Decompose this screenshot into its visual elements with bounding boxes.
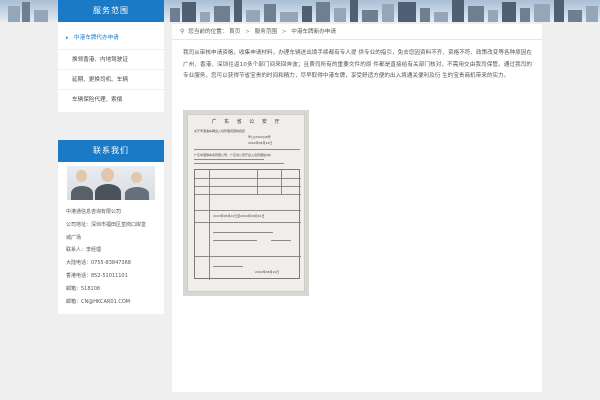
contact-box: 中港通信息咨询有限公司 公司地址：深圳市福田区皇岗口岸皇 城广场 联系人：李经理… [58,162,164,315]
company-address: 公司地址：深圳市福田区皇岗口岸皇 [66,221,147,228]
contact-us-title: 联系我们 [58,140,164,162]
sidebar: 服务范围 ▸ 中港车牌代办申请 换领香港、内地驾驶证 延期、更换司机、车辆 车辆… [58,0,164,315]
location-pin-icon: ⚲ [180,28,185,35]
menu-item-renewal[interactable]: 延期、更换司机、车辆 [58,70,164,90]
breadcrumb: ⚲ 您当前的位置： 首页 > 服务范围 > 中港车牌新办申请 [172,24,542,40]
hongkong-phone: 香港电话：852-51011101 [66,272,128,279]
breadcrumb-prefix: 您当前的位置： [188,29,228,35]
contact-person: 联系人：李经理 [66,247,102,254]
breadcrumb-separator-icon: > [281,29,287,35]
document-number: 粤公[2002]46号 [248,135,271,139]
menu-item-label: 车辆保险代理、索偿 [72,97,123,103]
document-subject: 关于粤港澳车辆出入境管理问题的批复 [194,129,246,133]
document-paper: 广 东 省 公 安 厅 关于粤港澳车辆出入境管理问题的批复 粤公[2002]46… [187,114,305,292]
postcode: 邮箱：518108 [66,285,101,292]
mainland-phone: 大陆电话：0755-83847368 [66,260,131,267]
breadcrumb-home[interactable]: 首页 [229,29,240,35]
service-scope-title: 服务范围 [58,0,164,22]
email[interactable]: 邮箱：CN@HKCAR01.COM [66,296,156,309]
service-menu: ▸ 中港车牌代办申请 换领香港、内地驾驶证 延期、更换司机、车辆 车辆保险代理、… [58,22,164,112]
main-content: ⚲ 您当前的位置： 首页 > 服务范围 > 中港车牌新办申请 我司从审核申请资格… [172,24,542,392]
company-address-cont: 城广场 [66,234,82,241]
breadcrumb-separator-icon: > [245,29,250,35]
menu-item-label: 中港车牌代办申请 [74,35,119,41]
document-title: 广 东 省 公 安 厅 [211,119,283,125]
document-image: 广 东 省 公 安 厅 关于粤港澳车辆出入境管理问题的批复 粤公[2002]46… [183,110,309,296]
menu-item-vehicle-plate[interactable]: ▸ 中港车牌代办申请 [58,26,164,50]
menu-item-insurance[interactable]: 车辆保险代理、索偿 [58,90,164,110]
breadcrumb-services[interactable]: 服务范围 [255,29,277,35]
document-table-date: 2003年08月01日至2004年08月01日 [213,214,265,218]
document-addressee: 广东中港通车务有限公司：广东省公安厅出入境管理处(中) [194,153,272,157]
document-table: 2003年08月01日至2004年08月01日 2002年08月22日 [194,169,301,280]
menu-item-driving-license[interactable]: 换领香港、内地驾驶证 [58,50,164,70]
menu-item-label: 换领香港、内地驾驶证 [72,57,128,63]
intro-paragraph: 我司从审核申请资格，收集申请材料，办理车辆进出境手续都有专人提 供专业的指引，免… [183,50,532,79]
document-footer-date: 2002年08月22日 [255,270,280,274]
menu-item-label: 延期、更换司机、车辆 [72,77,128,83]
document-date: 2002年08月22日 [248,141,273,145]
chevron-right-icon: ▸ [66,35,69,41]
company-name: 中港通信息咨询有限公司 [66,209,122,215]
customer-service-photo [67,166,155,200]
breadcrumb-current: 中港车牌新办申请 [291,29,336,35]
